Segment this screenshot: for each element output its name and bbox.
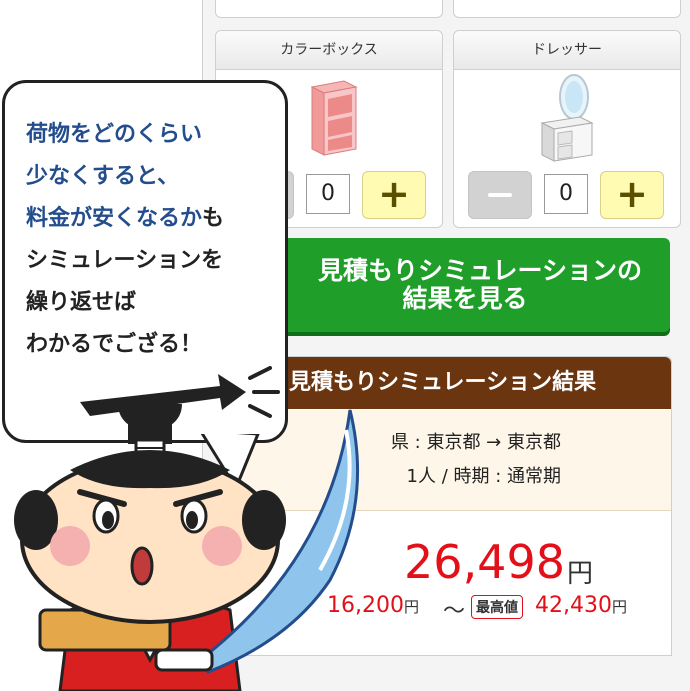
bubble-line: 料金が安くなるか — [26, 206, 203, 231]
bubble-line: も — [202, 206, 225, 231]
bubble-line: 少なくすると、 — [26, 164, 180, 189]
bubble-text: 荷物をどのくらい 少なくすると、 料金が安くなるかも シミュレーションを 繰り返… — [26, 114, 224, 366]
bubble-line: 繰り返せば — [26, 290, 137, 315]
bubble-line: わかるでござる！ — [26, 332, 203, 357]
bubble-line: シミュレーションを — [26, 248, 224, 273]
bubble-line: 荷物をどのくらい — [26, 122, 203, 147]
